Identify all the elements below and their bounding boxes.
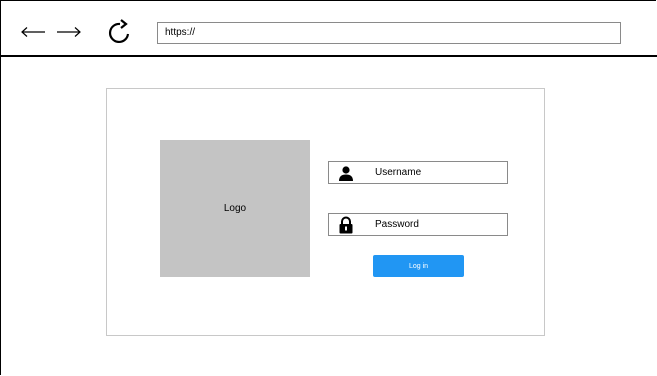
address-bar[interactable]: https:// — [157, 22, 621, 44]
reload-button[interactable] — [105, 18, 135, 46]
username-placeholder: Username — [375, 167, 422, 178]
password-placeholder: Password — [375, 219, 419, 230]
back-button[interactable] — [19, 18, 47, 46]
password-field[interactable]: Password — [328, 213, 508, 236]
logo-text: Logo — [223, 203, 247, 214]
lock-icon — [331, 214, 361, 235]
left-arrow-icon — [21, 27, 45, 37]
forward-button[interactable] — [55, 18, 83, 46]
browser-toolbar: https:// — [1, 1, 657, 57]
reload-icon — [108, 19, 130, 44]
username-field[interactable]: Username — [328, 161, 508, 184]
user-icon — [331, 162, 361, 183]
login-button-label: Log in — [408, 262, 429, 270]
page-frame: https:// Logo Username Password Log in — [0, 0, 657, 375]
logo-placeholder: Logo — [160, 140, 310, 277]
login-button[interactable]: Log in — [373, 255, 464, 277]
right-arrow-icon — [57, 27, 81, 37]
